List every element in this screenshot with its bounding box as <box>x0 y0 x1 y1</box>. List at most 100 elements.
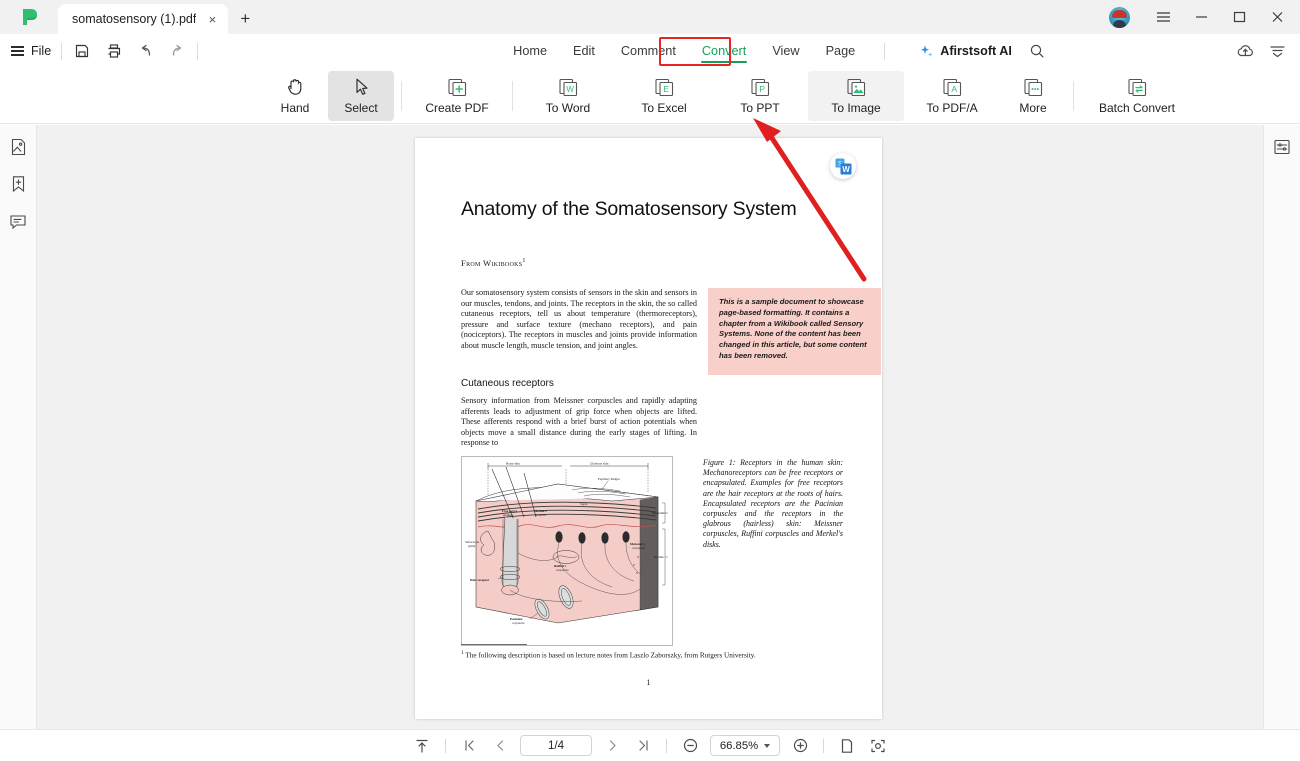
ai-sparkle-icon <box>921 45 933 57</box>
svg-text:Epidermis: Epidermis <box>652 511 666 515</box>
pdf-page: Anatomy of the Somatosensory System From… <box>415 138 882 719</box>
menu-bar: File Home Edit Comment Convert View Page… <box>0 34 1300 68</box>
ribbon-more-label: More <box>1019 101 1047 115</box>
zoom-out-icon[interactable] <box>679 735 701 757</box>
tab-home[interactable]: Home <box>500 38 560 64</box>
ribbon-to-ppt[interactable]: P To PPT <box>712 71 808 121</box>
ribbon-tabs: Home Edit Comment Convert View Page <box>500 38 868 64</box>
maximize-button[interactable] <box>1220 0 1258 34</box>
ribbon-create-pdf[interactable]: Create PDF <box>409 71 505 121</box>
cursor-select-icon <box>353 76 370 98</box>
zoom-level-value: 66.85% <box>719 739 759 752</box>
status-bar: 1/4 66.85% <box>0 729 1300 761</box>
svg-text:A: A <box>951 84 957 94</box>
to-image-icon <box>846 76 867 98</box>
svg-text:Hairy skin: Hairy skin <box>506 462 520 466</box>
svg-text:corpuscle: corpuscle <box>512 621 525 625</box>
fit-page-icon[interactable] <box>411 735 433 757</box>
save-icon[interactable] <box>72 42 91 61</box>
ribbon-select-label: Select <box>344 101 378 115</box>
document-content: Anatomy of the Somatosensory System From… <box>415 138 882 719</box>
minimize-button[interactable] <box>1182 0 1220 34</box>
collapse-ribbon-icon[interactable] <box>1268 42 1287 61</box>
sidebar-item-thumbnails[interactable] <box>7 136 29 158</box>
title-bar: somatosensory (1).pdf × + <box>0 0 1300 34</box>
tab-comment[interactable]: Comment <box>608 38 689 64</box>
convert-ribbon: Hand Select Create PDF W To Word E To Ex… <box>0 68 1300 124</box>
close-button[interactable] <box>1258 0 1296 34</box>
svg-text:receptor: receptor <box>535 513 547 517</box>
ribbon-to-word[interactable]: W To Word <box>520 71 616 121</box>
document-title: Anatomy of the Somatosensory System <box>461 198 797 220</box>
ribbon-to-excel[interactable]: E To Excel <box>616 71 712 121</box>
first-page-icon[interactable] <box>458 735 480 757</box>
search-icon[interactable] <box>1028 42 1047 61</box>
ribbon-hand-label: Hand <box>280 101 310 115</box>
svg-text:W: W <box>842 165 850 174</box>
chevron-down-icon <box>764 743 771 748</box>
divider <box>61 42 63 60</box>
left-sidebar <box>0 125 37 729</box>
ribbon-more[interactable]: More <box>1000 71 1066 121</box>
ribbon-batch-convert[interactable]: Batch Convert <box>1081 71 1193 121</box>
new-tab-button[interactable]: + <box>230 4 260 34</box>
file-menu-button[interactable]: File <box>0 44 51 58</box>
hamburger-menu-icon[interactable] <box>1144 0 1182 34</box>
fullscreen-icon[interactable] <box>867 735 889 757</box>
to-word-icon: W <box>558 76 579 98</box>
sidebar-item-bookmarks[interactable] <box>7 173 29 195</box>
tab-convert[interactable]: Convert <box>689 38 759 64</box>
more-icon <box>1023 76 1044 98</box>
hand-icon <box>286 76 305 98</box>
footnote-rule <box>461 644 527 645</box>
tab-page[interactable]: Page <box>813 38 869 64</box>
sample-callout-box: This is a sample document to showcase pa… <box>708 288 881 375</box>
zoom-in-icon[interactable] <box>789 735 811 757</box>
single-page-view-icon[interactable] <box>836 735 858 757</box>
tab-title: somatosensory (1).pdf <box>72 12 197 26</box>
svg-text:Hair receptor: Hair receptor <box>470 578 490 582</box>
svg-text:Dermis: Dermis <box>654 555 664 559</box>
divider <box>1073 80 1074 111</box>
file-menu-label: File <box>31 44 52 58</box>
paragraph-1: Our somatosensory system consists of sen… <box>461 288 697 350</box>
cloud-upload-icon[interactable] <box>1236 42 1255 61</box>
ribbon-create-pdf-label: Create PDF <box>425 101 489 115</box>
undo-icon[interactable] <box>136 42 155 61</box>
convert-to-word-badge[interactable]: S W <box>830 153 856 179</box>
afirstsoft-logo-icon <box>23 9 37 25</box>
redo-icon[interactable] <box>168 42 187 61</box>
ribbon-to-pdfa[interactable]: A To PDF/A <box>904 71 1000 121</box>
ribbon-select-tool[interactable]: Select <box>328 70 394 121</box>
to-pdfa-icon: A <box>942 76 963 98</box>
previous-page-icon[interactable] <box>489 735 511 757</box>
zoom-level-selector[interactable]: 66.85% <box>710 735 780 756</box>
svg-text:Papillary Ridges: Papillary Ridges <box>598 477 621 481</box>
avatar[interactable] <box>1109 6 1130 28</box>
batch-convert-icon <box>1127 76 1148 98</box>
to-ppt-icon: P <box>750 76 771 98</box>
afirstsoft-ai-button[interactable]: Afirstsoft AI <box>919 44 1012 59</box>
divider <box>445 738 446 753</box>
last-page-icon[interactable] <box>632 735 654 757</box>
sidebar-item-comments[interactable] <box>7 210 29 232</box>
app-window: somatosensory (1).pdf × + File Home Edit… <box>0 0 1300 761</box>
svg-text:corpuscle: corpuscle <box>556 568 569 572</box>
close-tab-icon[interactable]: × <box>204 11 220 27</box>
skin-diagram-figure: .fl { font-family:"Liberation Serif",ser… <box>461 456 673 646</box>
divider <box>401 80 402 111</box>
divider <box>884 42 886 60</box>
divider <box>666 738 667 753</box>
page-indicator-input[interactable]: 1/4 <box>520 735 592 756</box>
properties-panel-icon[interactable] <box>1271 136 1293 158</box>
pdf-viewer[interactable]: Anatomy of the Somatosensory System From… <box>37 125 1263 729</box>
ribbon-hand-tool[interactable]: Hand <box>262 71 328 121</box>
print-icon[interactable] <box>104 42 123 61</box>
tab-view[interactable]: View <box>759 38 812 64</box>
tab-edit[interactable]: Edit <box>560 38 608 64</box>
ribbon-to-image[interactable]: To Image <box>808 70 904 121</box>
svg-text:gland: gland <box>468 544 476 548</box>
document-tab[interactable]: somatosensory (1).pdf × <box>58 4 229 34</box>
next-page-icon[interactable] <box>601 735 623 757</box>
svg-text:endings: endings <box>503 513 514 517</box>
